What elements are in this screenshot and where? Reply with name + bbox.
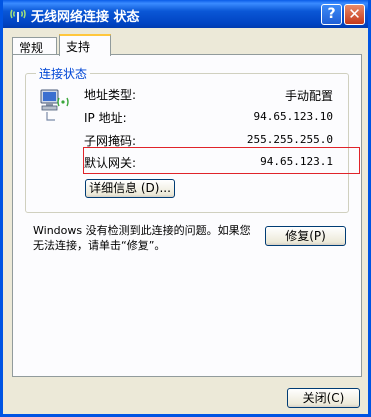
- default-gateway-label: 默认网关:: [84, 156, 137, 170]
- window-title: 无线网络连接 状态: [31, 10, 140, 25]
- group-legend: 连接状态: [36, 65, 91, 82]
- address-type-value: 手动配置: [284, 89, 333, 103]
- details-button[interactable]: 详细信息 (D)...: [85, 179, 175, 198]
- status-dialog-window: 无线网络连接 状态 ? ✕ 常规 支持 连接状态 地址类型: 手动配置 IP 地…: [0, 0, 371, 417]
- subnet-mask-value: 255.255.255.0: [246, 133, 333, 146]
- close-button[interactable]: 关闭(C): [287, 388, 360, 408]
- ip-address-value: 94.65.123.10: [253, 110, 333, 123]
- tab-support[interactable]: 支持: [59, 34, 111, 56]
- repair-message: Windows 没有检测到此连接的问题。如果您无法连接，请单击“修复”。: [33, 224, 251, 252]
- default-gateway-value: 94.65.123.1: [260, 155, 333, 168]
- tab-panel-support: 连接状态 地址类型: 手动配置 IP 地址: 94.65.123.10 子网掩码…: [12, 54, 362, 377]
- close-window-button[interactable]: ✕: [344, 4, 365, 25]
- connection-status-group: 连接状态 地址类型: 手动配置 IP 地址: 94.65.123.10 子网掩码…: [25, 65, 360, 213]
- repair-button[interactable]: 修复(P): [265, 226, 346, 246]
- wireless-network-icon: [10, 9, 26, 22]
- ip-address-label: IP 地址:: [84, 111, 127, 125]
- network-computer-icon: [40, 89, 69, 121]
- help-button[interactable]: ?: [321, 4, 342, 25]
- title-bar[interactable]: 无线网络连接 状态 ? ✕: [3, 0, 368, 28]
- address-type-label: 地址类型:: [84, 88, 137, 102]
- tab-general[interactable]: 常规: [12, 37, 57, 55]
